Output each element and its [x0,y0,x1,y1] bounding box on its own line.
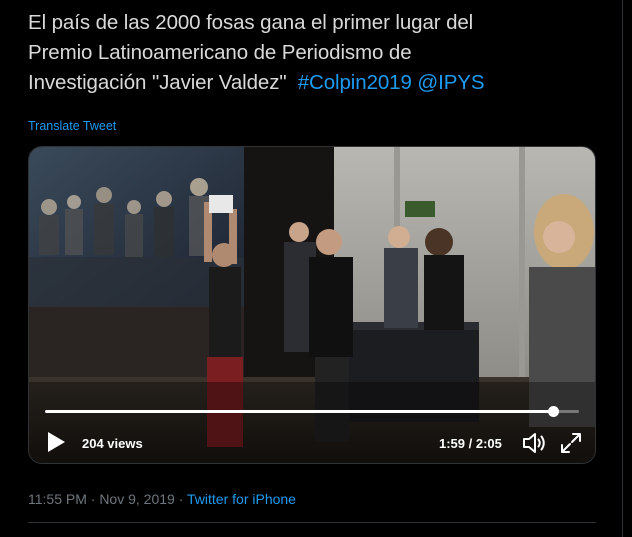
play-icon [48,432,65,452]
tweet-meta: 11:55 PM · Nov 9, 2019 · Twitter for iPh… [28,491,296,507]
video-player[interactable]: 204 views 1:59 / 2:05 [28,146,596,464]
volume-icon [523,433,545,453]
tweet-text-line-2: Premio Latinoamericano de Periodismo de [28,41,412,64]
meta-separator: · [174,491,188,507]
volume-button[interactable] [521,431,547,455]
view-count: 204 views [82,436,143,451]
tweet-source-link[interactable]: Twitter for iPhone [187,491,296,507]
fullscreen-button[interactable] [559,431,583,455]
tweet-timestamp[interactable]: 11:55 PM · Nov 9, 2019 [28,491,175,507]
tweet-text-line-3-body: Investigación "Javier Valdez" [28,71,287,94]
video-progress-bar[interactable] [45,406,579,417]
divider [28,522,596,523]
fullscreen-icon [561,433,581,453]
video-frame [29,147,595,463]
mention-link[interactable]: @IPYS [417,71,484,94]
video-time: 1:59 / 2:05 [439,436,502,451]
tweet-text-line-3: Investigación "Javier Valdez" #Colpin201… [28,68,618,98]
tweet-text-line-1: El país de las 2000 fosas gana el primer… [28,11,474,34]
hashtag-link[interactable]: #Colpin2019 [298,71,412,94]
tweet-text: El país de las 2000 fosas gana el primer… [28,8,618,98]
translate-tweet-link[interactable]: Translate Tweet [28,119,116,133]
video-progress-fill [45,410,554,413]
tweet-card: El país de las 2000 fosas gana el primer… [0,0,623,537]
play-button[interactable] [45,430,67,454]
